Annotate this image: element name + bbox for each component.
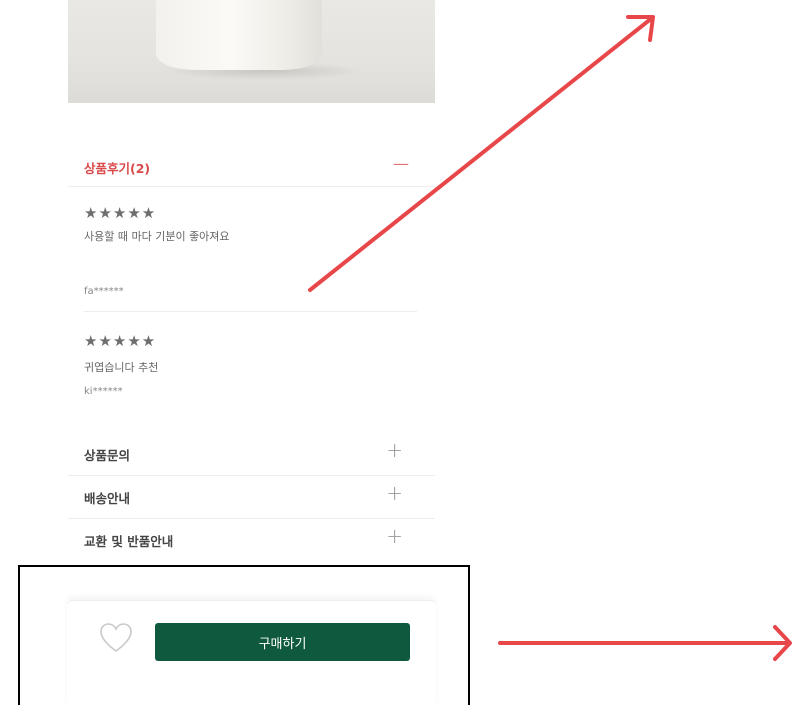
reviews-accordion-header[interactable]: 상품후기(2) — bbox=[68, 152, 435, 187]
accordion-label: 교환 및 반품안내 bbox=[84, 534, 174, 549]
accordion-shipping-info[interactable]: 배송안내 + bbox=[68, 475, 435, 519]
review-item: ★★★★★ 사용할 때 마다 기분이 좋아져요 fa****** bbox=[84, 204, 417, 312]
expand-plus-icon[interactable]: + bbox=[386, 481, 403, 505]
accordion-label: 상품문의 bbox=[84, 448, 131, 463]
review-author: ki****** bbox=[84, 386, 123, 397]
collapse-icon[interactable]: — bbox=[393, 154, 409, 173]
product-image bbox=[68, 0, 435, 103]
rating-stars-icon: ★★★★★ bbox=[84, 332, 157, 350]
review-text: 사용할 때 마다 기분이 좋아져요 bbox=[84, 230, 230, 243]
heart-outline-icon[interactable] bbox=[99, 622, 133, 654]
review-author: fa****** bbox=[84, 286, 124, 297]
diagonal-arrow-head-icon bbox=[626, 15, 655, 42]
review-text: 귀엽습니다 추천 bbox=[84, 361, 159, 374]
expand-plus-icon[interactable]: + bbox=[386, 438, 403, 462]
accordion-label: 배송안내 bbox=[84, 491, 131, 506]
rating-stars-icon: ★★★★★ bbox=[84, 204, 157, 222]
expand-plus-icon[interactable]: + bbox=[386, 524, 403, 548]
accordion-product-inquiry[interactable]: 상품문의 + bbox=[68, 432, 435, 476]
horizontal-arrow-head-icon bbox=[773, 625, 792, 661]
product-cup-illustration bbox=[156, 0, 322, 70]
accordion-exchange-return[interactable]: 교환 및 반품안내 + bbox=[68, 518, 435, 561]
buy-button[interactable]: 구매하기 bbox=[155, 623, 410, 661]
reviews-title: 상품후기(2) bbox=[84, 161, 151, 176]
review-item: ★★★★★ 귀엽습니다 추천 ki****** bbox=[84, 332, 417, 412]
